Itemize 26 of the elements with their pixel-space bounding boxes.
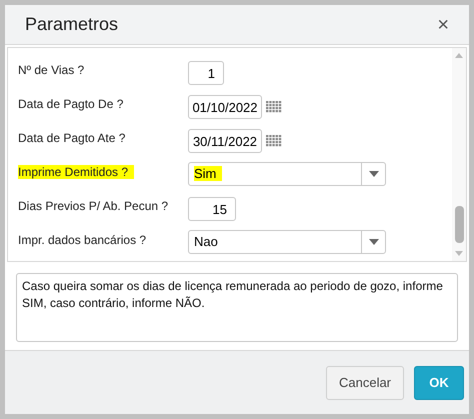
caret-icon	[368, 171, 378, 177]
caret-icon	[368, 239, 378, 245]
parameter-label: Data de Pagto De ?	[18, 97, 124, 111]
calendar-icon[interactable]	[266, 101, 282, 113]
cancel-button[interactable]: Cancelar	[326, 366, 404, 400]
close-button[interactable]: ×	[437, 14, 449, 34]
dropdown-value: Sim	[189, 164, 361, 184]
calendar-icon[interactable]	[266, 135, 282, 147]
dropdown[interactable]: Nao	[188, 230, 386, 254]
number-field[interactable]: 15	[188, 197, 236, 221]
date-field[interactable]: 30/11/2022	[188, 129, 262, 153]
scroll-down-icon[interactable]	[455, 251, 463, 256]
parameter-label: Data de Pagto Ate ?	[18, 131, 126, 145]
scrollbar[interactable]	[452, 48, 466, 261]
date-field[interactable]: 01/10/2022	[188, 95, 262, 119]
help-text: Caso queira somar os dias de licença remunerada ao periodo de gozo, informe SIM, caso contrário, informe NÃO.	[22, 278, 444, 312]
parameter-label: Imprime Demitidos ?	[18, 165, 134, 179]
window-title: Parametros	[25, 13, 118, 36]
parameter-label: Dias Previos P/ Ab. Pecun ?	[18, 199, 170, 213]
dropdown[interactable]: Sim	[188, 162, 386, 186]
scroll-up-icon[interactable]	[455, 53, 463, 58]
parameter-label: Impr. dados bancários ?	[18, 233, 148, 247]
dropdown-value: Nao	[193, 233, 219, 252]
parameter-label: Nº de Vias ?	[18, 63, 86, 77]
scroll-thumb[interactable]	[454, 206, 464, 243]
number-field[interactable]: 1	[188, 61, 224, 85]
